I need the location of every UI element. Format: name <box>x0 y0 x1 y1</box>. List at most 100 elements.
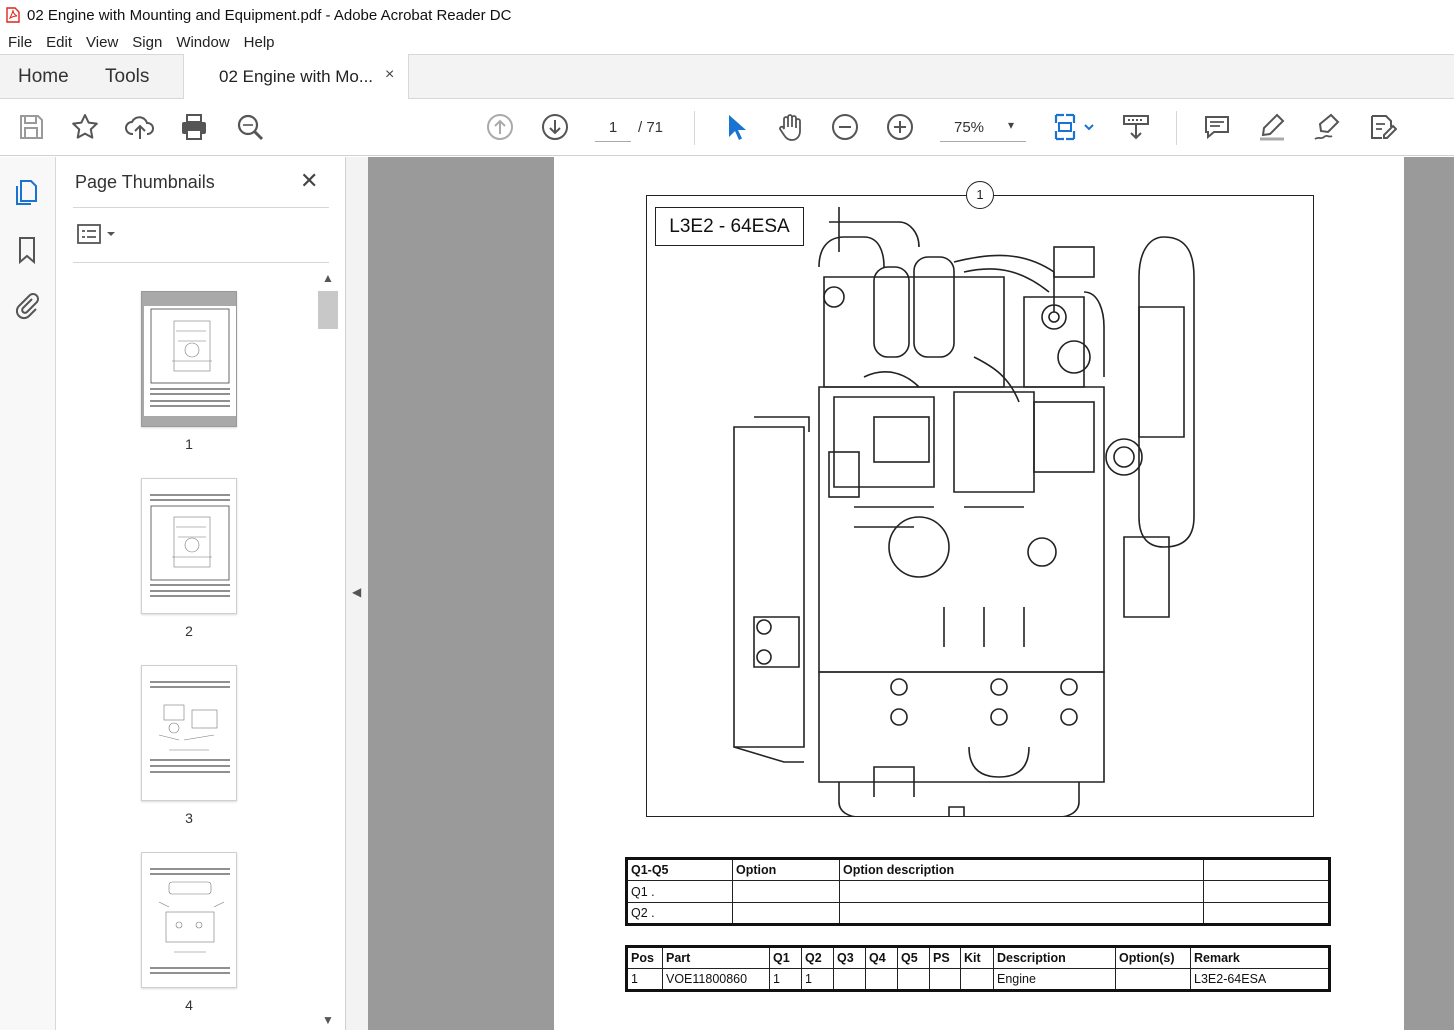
scroll-up-arrow[interactable]: ▲ <box>322 271 334 285</box>
tab-home[interactable]: Home <box>18 66 69 88</box>
panel-collapse-handle[interactable]: ◀ <box>346 157 368 1030</box>
page-thumbnails-icon[interactable] <box>12 177 42 207</box>
scroll-thumb[interactable] <box>318 291 338 329</box>
menu-help[interactable]: Help <box>244 34 275 51</box>
table-cell <box>960 968 994 991</box>
edit-doc-icon[interactable] <box>1367 112 1398 142</box>
close-tab-button[interactable]: × <box>385 66 394 84</box>
divider <box>73 262 329 263</box>
thumbnail-label: 1 <box>185 436 193 452</box>
menu-edit[interactable]: Edit <box>46 34 72 51</box>
toolbar-divider <box>1176 111 1177 145</box>
chevron-left-icon: ◀ <box>352 585 362 599</box>
tab-bar: Home Tools 02 Engine with Mo... × <box>0 54 1454 100</box>
zoom-value: 75% <box>954 119 985 136</box>
star-icon[interactable] <box>70 112 100 142</box>
arrow-up-circle-icon[interactable] <box>485 112 515 142</box>
table-cell: L3E2-64ESA <box>1190 968 1330 991</box>
table-cell: 1 <box>626 968 663 991</box>
minus-circle-icon[interactable] <box>830 112 860 142</box>
window-title: 02 Engine with Mounting and Equipment.pd… <box>27 6 512 24</box>
thumbnails-panel: Page Thumbnails ✕ ▲ ▼ 1 2 3 4 <box>56 157 346 1030</box>
menu-bar: File Edit View Sign Window Help <box>0 30 1454 54</box>
menu-file[interactable]: File <box>8 34 32 51</box>
hand-icon[interactable] <box>775 112 805 142</box>
pdf-icon <box>6 7 20 23</box>
table-header: Part <box>662 946 770 969</box>
zoom-search-icon[interactable] <box>235 112 265 142</box>
menu-view[interactable]: View <box>86 34 118 51</box>
options-menu-icon <box>77 224 115 244</box>
left-rail <box>0 157 56 1030</box>
thumbnail-label: 4 <box>185 997 193 1013</box>
plus-circle-icon[interactable] <box>885 112 915 142</box>
table-header: Q1-Q5 <box>626 858 733 881</box>
thumbnail-page-3[interactable] <box>141 665 237 801</box>
thumbnail-label: 3 <box>185 810 193 826</box>
table-header-row: Q1-Q5 Option Option description <box>626 858 1330 881</box>
table-cell <box>929 968 961 991</box>
toolbar: 1 / 71 75% ▾ <box>0 99 1454 156</box>
table-header: Option description <box>839 858 1204 881</box>
table-cell <box>732 880 840 903</box>
toolbar-divider <box>694 111 695 145</box>
table-cell <box>833 968 866 991</box>
table-header: Option(s) <box>1115 946 1191 969</box>
table-cell: Q1 . <box>626 880 733 903</box>
engine-drawing <box>733 207 1195 817</box>
table-header: Q4 <box>865 946 898 969</box>
tab-document[interactable]: 02 Engine with Mo... × <box>183 54 409 100</box>
thumbnail-options-button[interactable] <box>76 223 120 247</box>
thumbnail-page-2[interactable] <box>141 478 237 614</box>
table-header: Remark <box>1190 946 1330 969</box>
menu-window[interactable]: Window <box>176 34 229 51</box>
zoom-select[interactable]: 75% ▾ <box>940 114 1026 142</box>
close-panel-button[interactable]: ✕ <box>300 168 318 194</box>
print-icon[interactable] <box>179 112 209 142</box>
comment-icon[interactable] <box>1202 112 1232 142</box>
page-number-input[interactable]: 1 <box>595 114 631 142</box>
table-cell <box>1203 902 1330 925</box>
fit-page-icon[interactable] <box>1052 112 1098 142</box>
table-header <box>1203 858 1330 881</box>
thumbnail-preview <box>144 306 236 416</box>
thumbnail-page-1[interactable] <box>141 291 237 427</box>
save-icon[interactable] <box>16 112 46 142</box>
table-header: Q1 <box>769 946 802 969</box>
table-header: Option <box>732 858 840 881</box>
table-header: Description <box>993 946 1116 969</box>
tab-tools[interactable]: Tools <box>105 66 149 88</box>
paperclip-icon[interactable] <box>12 290 42 320</box>
pointer-icon[interactable] <box>720 112 750 142</box>
scroll-mode-icon[interactable] <box>1121 112 1151 142</box>
arrow-down-circle-icon[interactable] <box>540 112 570 142</box>
menu-sign[interactable]: Sign <box>132 34 162 51</box>
thumbnail-preview <box>144 867 236 977</box>
table-header-row: Pos Part Q1 Q2 Q3 Q4 Q5 PS Kit Descripti… <box>626 946 1330 969</box>
scroll-down-arrow[interactable]: ▼ <box>322 1013 334 1027</box>
options-table: Q1-Q5 Option Option description Q1 . Q2 … <box>625 857 1331 926</box>
table-header: Q2 <box>801 946 834 969</box>
upload-cloud-icon[interactable] <box>125 112 155 142</box>
panel-title: Page Thumbnails <box>75 172 215 192</box>
divider <box>73 207 329 208</box>
table-cell: Engine <box>993 968 1116 991</box>
thumbnails-scrollbar[interactable]: ▲ ▼ <box>318 269 338 1029</box>
table-row: Q2 . <box>626 902 1330 925</box>
table-row: 1 VOE11800860 1 1 Engine L3E2-64ESA <box>626 968 1330 991</box>
table-header: Pos <box>626 946 663 969</box>
table-cell: VOE11800860 <box>662 968 770 991</box>
page-total: / 71 <box>638 119 664 136</box>
table-header: PS <box>929 946 961 969</box>
thumbnail-page-4[interactable] <box>141 852 237 988</box>
highlight-pen-icon[interactable] <box>1257 112 1287 142</box>
parts-table: Pos Part Q1 Q2 Q3 Q4 Q5 PS Kit Descripti… <box>625 945 1331 992</box>
title-bar: 02 Engine with Mounting and Equipment.pd… <box>0 0 1454 30</box>
table-cell <box>732 902 840 925</box>
thumbnail-label: 2 <box>185 623 193 639</box>
document-viewport[interactable]: 1 L3E2 - 64ESA Q1-Q5 Option Option descr… <box>368 157 1454 1030</box>
sign-pen-icon[interactable] <box>1312 112 1342 142</box>
table-cell <box>897 968 930 991</box>
bookmark-icon[interactable] <box>12 235 42 265</box>
table-cell: Q2 . <box>626 902 733 925</box>
